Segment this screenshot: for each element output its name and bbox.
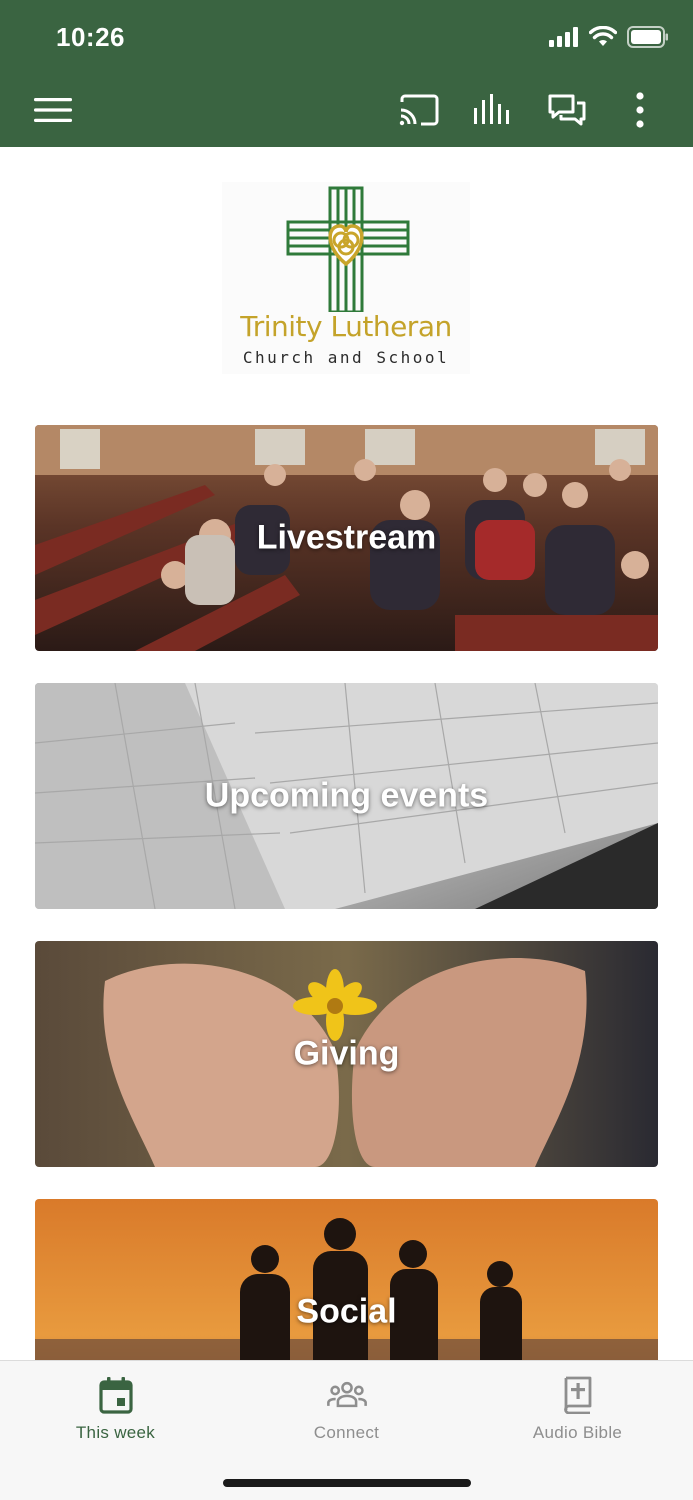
app-header: 10:26 bbox=[0, 0, 693, 147]
cellular-signal-icon bbox=[549, 27, 579, 52]
cast-icon bbox=[399, 94, 439, 126]
people-icon bbox=[326, 1375, 367, 1415]
home-indicator[interactable] bbox=[223, 1479, 471, 1487]
livestream-label: Livestream bbox=[256, 518, 437, 557]
chat-bubbles-icon bbox=[548, 94, 586, 126]
status-icons bbox=[549, 25, 669, 53]
tab-audio-bible-label: Audio Bible bbox=[532, 1423, 623, 1442]
battery-icon bbox=[627, 26, 669, 53]
tab-this-week[interactable]: This week bbox=[0, 1361, 231, 1461]
calendar-icon bbox=[96, 1375, 136, 1415]
chat-button[interactable] bbox=[545, 88, 589, 132]
audio-bars-icon bbox=[474, 94, 509, 124]
tab-this-week-label: This week bbox=[75, 1423, 156, 1442]
tab-connect[interactable]: Connect bbox=[231, 1361, 462, 1461]
tab-audio-bible[interactable]: Audio Bible bbox=[462, 1361, 693, 1461]
audio-button[interactable] bbox=[470, 88, 514, 132]
logo-title: Trinity Lutheran bbox=[240, 310, 452, 343]
logo-subtitle: Church and School bbox=[242, 348, 450, 367]
more-vertical-icon bbox=[636, 92, 644, 128]
bible-icon bbox=[558, 1375, 598, 1415]
giving-card[interactable]: Giving bbox=[35, 941, 658, 1167]
bottom-tab-bar: This week Connect Audio Bible bbox=[0, 1360, 693, 1500]
menu-button[interactable] bbox=[31, 88, 75, 132]
status-time: 10:26 bbox=[56, 22, 125, 52]
wifi-icon bbox=[588, 25, 618, 53]
hamburger-menu-icon bbox=[34, 98, 72, 122]
cast-button[interactable] bbox=[397, 88, 441, 132]
church-logo: Trinity Lutheran Church and School bbox=[222, 182, 470, 374]
upcoming-events-label: Upcoming events bbox=[204, 776, 489, 815]
more-options-button[interactable] bbox=[618, 88, 662, 132]
tab-connect-label: Connect bbox=[313, 1423, 380, 1442]
livestream-card[interactable]: Livestream bbox=[35, 425, 658, 651]
cross-heart-logo-icon bbox=[286, 186, 410, 312]
upcoming-events-card[interactable]: Upcoming events bbox=[35, 683, 658, 909]
social-label: Social bbox=[296, 1292, 397, 1331]
giving-label: Giving bbox=[293, 1034, 400, 1073]
